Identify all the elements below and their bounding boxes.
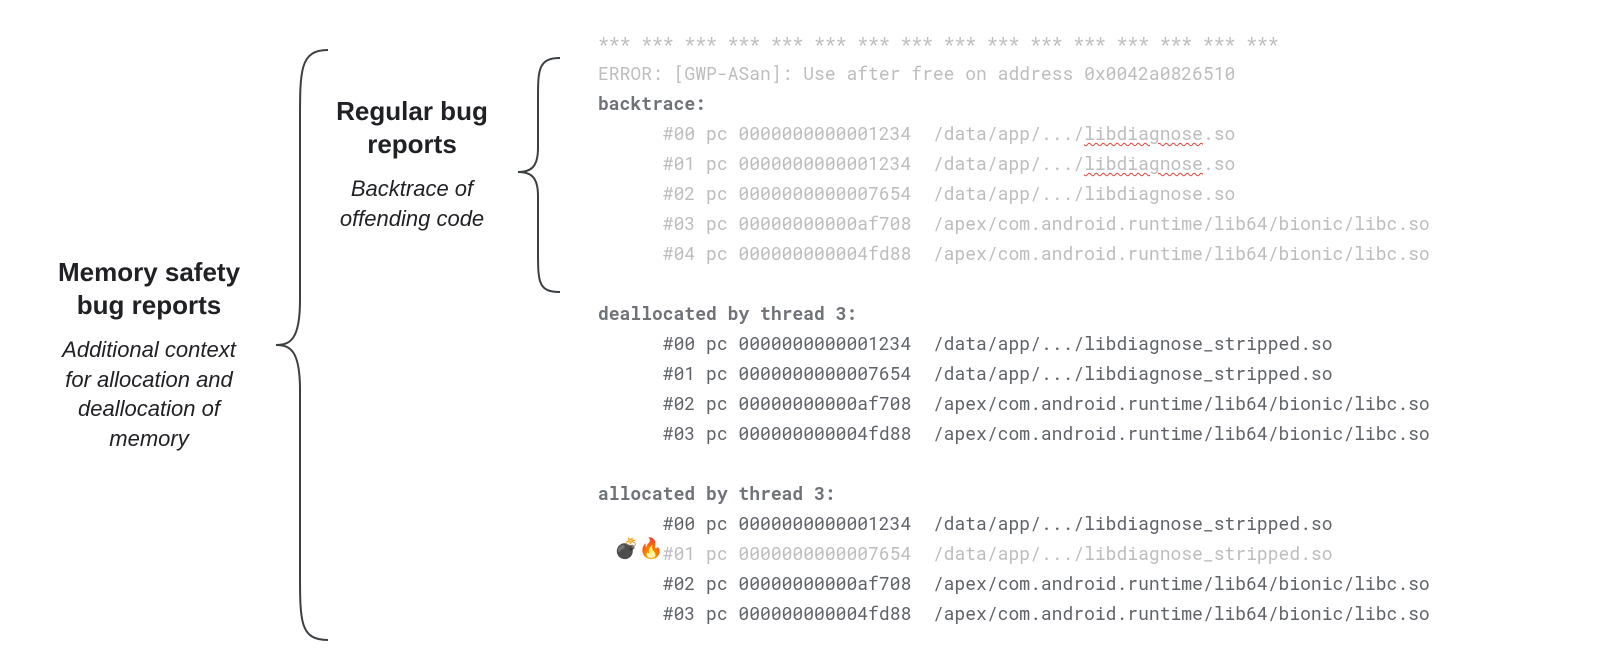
annotation-regular-reports: Regular bug reports Backtrace of offendi…	[312, 95, 512, 233]
report-line	[598, 268, 1430, 298]
text: Additional context	[62, 337, 236, 362]
text: for allocation and	[65, 367, 233, 392]
text: Regular bug	[336, 96, 488, 126]
report-line: ERROR: [GWP-ASan]: Use after free on add…	[598, 58, 1430, 88]
text: reports	[367, 129, 457, 159]
crash-report-text: *** *** *** *** *** *** *** *** *** *** …	[598, 28, 1430, 628]
text: Memory safety	[58, 257, 240, 287]
report-line: #01 pc 0000000000007654 /data/app/.../li…	[598, 538, 1430, 568]
report-line: #02 pc 00000000000af708 /apex/com.androi…	[598, 568, 1430, 598]
report-line: *** *** *** *** *** *** *** *** *** *** …	[598, 28, 1430, 58]
text: memory	[109, 426, 188, 451]
report-line: #03 pc 000000000004fd88 /apex/com.androi…	[598, 598, 1430, 628]
bomb-fire-icon: 💣🔥	[614, 538, 664, 560]
annotation-title: Memory safety bug reports	[24, 256, 274, 321]
text: deallocation of	[78, 396, 220, 421]
marker-emoji: 💣🔥	[614, 536, 664, 561]
annotation-title: Regular bug reports	[312, 95, 512, 160]
report-line: #02 pc 00000000000af708 /apex/com.androi…	[598, 388, 1430, 418]
report-line: #02 pc 0000000000007654 /data/app/.../li…	[598, 178, 1430, 208]
report-line	[598, 448, 1430, 478]
report-line: #04 pc 000000000004fd88 /apex/com.androi…	[598, 238, 1430, 268]
report-line: #00 pc 0000000000001234 /data/app/.../li…	[598, 328, 1430, 358]
report-line: deallocated by thread 3:	[598, 298, 1430, 328]
report-line: allocated by thread 3:	[598, 478, 1430, 508]
report-line: #01 pc 0000000000007654 /data/app/.../li…	[598, 358, 1430, 388]
annotation-memory-safety: Memory safety bug reports Additional con…	[24, 256, 274, 454]
annotation-subtitle: Additional context for allocation and de…	[24, 335, 274, 454]
diagram-stage: Memory safety bug reports Additional con…	[0, 0, 1600, 651]
report-line: #00 pc 0000000000001234 /data/app/.../li…	[598, 118, 1430, 148]
report-line: #01 pc 0000000000001234 /data/app/.../li…	[598, 148, 1430, 178]
report-line: #03 pc 00000000000af708 /apex/com.androi…	[598, 208, 1430, 238]
text: Backtrace of	[351, 176, 473, 201]
report-line: #03 pc 000000000004fd88 /apex/com.androi…	[598, 418, 1430, 448]
report-line: backtrace:	[598, 88, 1430, 118]
text: bug reports	[77, 290, 221, 320]
text: offending code	[340, 206, 484, 231]
annotation-subtitle: Backtrace of offending code	[312, 174, 512, 233]
report-line: #00 pc 0000000000001234 /data/app/.../li…	[598, 508, 1430, 538]
